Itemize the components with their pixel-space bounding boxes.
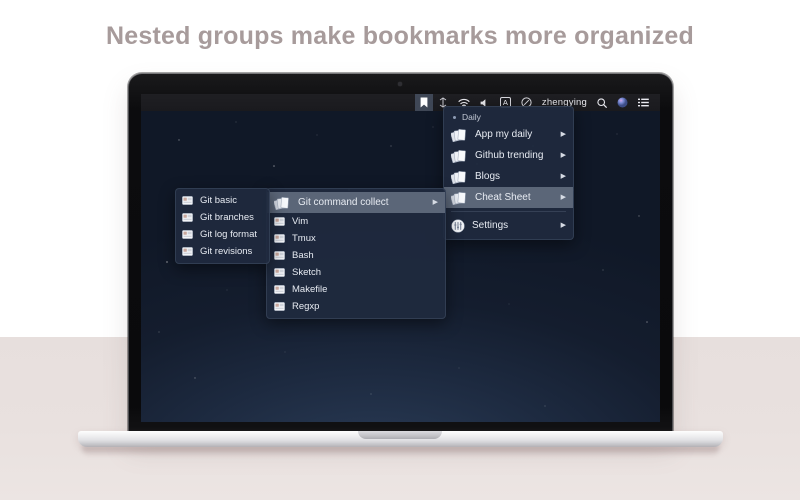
submenu-arrow-icon: ▶ — [432, 199, 438, 206]
bullet-icon — [453, 115, 456, 119]
menu-item-tmux[interactable]: Tmux — [267, 230, 445, 247]
menu-item-label: Git revisions — [200, 246, 253, 257]
submenu-arrow-icon: ▶ — [560, 131, 566, 138]
card-icon — [274, 234, 285, 243]
submenu-arrow-icon: ▶ — [560, 194, 566, 201]
menu-item-label: Git command collect — [298, 197, 389, 208]
menu-item-vim[interactable]: Vim — [267, 213, 445, 230]
page-headline: Nested groups make bookmarks more organi… — [106, 22, 694, 50]
menu-item-label: Cheat Sheet — [475, 192, 531, 203]
menu-item-blogs[interactable]: Blogs ▶ — [444, 166, 573, 187]
menu-item-label: Git log format — [200, 229, 258, 240]
menubar-siri-button[interactable] — [612, 94, 633, 111]
menu-daily: Daily App my daily ▶ Github trending ▶ B… — [443, 106, 574, 240]
bookmark-icon — [420, 97, 428, 108]
menubar-bookmark-icon[interactable] — [414, 94, 433, 111]
card-icon — [274, 268, 285, 277]
menu-item-sketch[interactable]: Sketch — [267, 264, 445, 281]
webcam-dot — [398, 82, 402, 86]
menu-item-label: Makefile — [292, 284, 328, 295]
menu-item-github-trending[interactable]: Github trending ▶ — [444, 145, 573, 166]
menu-item-label: Blogs — [475, 171, 501, 182]
menu-item-label: Tmux — [292, 233, 316, 244]
menu-item-git-revisions[interactable]: Git revisions — [176, 243, 269, 260]
menu-item-cheat-sheet[interactable]: Cheat Sheet ▶ — [444, 187, 573, 208]
menubar-spotlight-button[interactable] — [592, 94, 612, 111]
settings-icon — [451, 218, 465, 233]
card-icon — [182, 247, 193, 256]
laptop-base-shadow — [82, 447, 719, 457]
card-icon — [182, 230, 193, 239]
menu-item-makefile[interactable]: Makefile — [267, 281, 445, 298]
menu-item-label: Bash — [292, 250, 314, 261]
cards-icon — [274, 196, 289, 210]
submenu-arrow-icon: ▶ — [560, 222, 566, 229]
card-icon — [274, 251, 285, 260]
menu-item-git-log-format[interactable]: Git log format — [176, 226, 269, 243]
menu-item-git-basic[interactable]: Git basic — [176, 192, 269, 209]
siri-icon — [617, 97, 628, 108]
menu-daily-header-label: Daily — [462, 112, 481, 122]
menu-item-bash[interactable]: Bash — [267, 247, 445, 264]
menu-daily-header: Daily — [444, 110, 573, 124]
submenu-arrow-icon: ▶ — [560, 173, 566, 180]
card-icon — [274, 302, 285, 311]
cards-icon — [451, 191, 466, 205]
submenu-arrow-icon: ▶ — [560, 152, 566, 159]
cards-icon — [451, 170, 466, 184]
menu-item-label: Github trending — [475, 150, 544, 161]
card-icon — [274, 217, 285, 226]
menu-git-command-collect: Git basic Git branches Git log format Gi… — [175, 188, 270, 264]
macos-menubar: A zhengying — [141, 94, 660, 111]
menu-separator — [451, 211, 566, 212]
menubar-notification-center-button[interactable] — [633, 94, 654, 111]
menu-item-git-command-collect[interactable]: Git command collect ▶ — [267, 192, 445, 213]
card-icon — [274, 285, 285, 294]
menu-item-label: Vim — [292, 216, 309, 227]
menu-item-label: Regxp — [292, 301, 320, 312]
menu-item-label: Sketch — [292, 267, 322, 278]
menu-cheat-sheet: Git command collect ▶ Vim Tmux Bash Sket… — [266, 188, 446, 319]
menu-item-settings[interactable]: Settings ▶ — [444, 215, 573, 236]
menu-item-label: Git branches — [200, 212, 254, 223]
laptop-base-notch — [358, 431, 442, 439]
cards-icon — [451, 128, 466, 142]
search-icon — [597, 97, 607, 108]
list-icon — [638, 98, 649, 107]
screenshot-stage: Nested groups make bookmarks more organi… — [0, 0, 800, 500]
menu-item-regxp[interactable]: Regxp — [267, 298, 445, 315]
menu-item-label: Settings — [472, 220, 509, 231]
menu-item-label: App my daily — [475, 129, 533, 140]
card-icon — [182, 196, 193, 205]
menu-item-app-my-daily[interactable]: App my daily ▶ — [444, 124, 573, 145]
menu-item-git-branches[interactable]: Git branches — [176, 209, 269, 226]
card-icon — [182, 213, 193, 222]
menu-item-label: Git basic — [200, 195, 237, 206]
cards-icon — [451, 149, 466, 163]
